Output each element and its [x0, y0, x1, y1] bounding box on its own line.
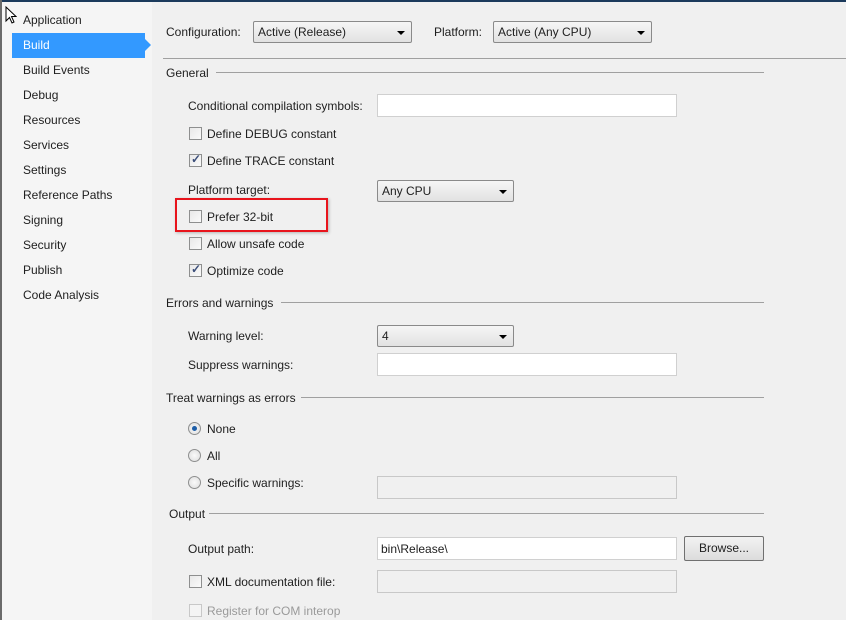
- optimize-label: Optimize code: [207, 264, 284, 278]
- sidebar-item-settings[interactable]: Settings: [12, 158, 145, 183]
- sidebar-item-reference-paths[interactable]: Reference Paths: [12, 183, 145, 208]
- allow-unsafe-label: Allow unsafe code: [207, 237, 305, 251]
- warning-level-dropdown[interactable]: 4: [377, 325, 514, 347]
- all-radio-label: All: [207, 449, 221, 463]
- platform-value: Active (Any CPU): [498, 25, 592, 39]
- mouse-cursor-icon: [5, 6, 17, 24]
- chevron-down-icon: [499, 190, 507, 194]
- specific-warnings-radio[interactable]: [188, 476, 201, 489]
- divider: [209, 513, 764, 514]
- prefer-32bit-label: Prefer 32-bit: [207, 210, 274, 224]
- xml-doc-input: [377, 570, 677, 593]
- sidebar-item-signing[interactable]: Signing: [12, 208, 145, 233]
- sidebar-item-code-analysis[interactable]: Code Analysis: [12, 283, 145, 308]
- sidebar-item-debug[interactable]: Debug: [12, 83, 145, 108]
- cond-symbols-label: Conditional compilation symbols:: [188, 99, 363, 113]
- prefer-32bit-checkbox[interactable]: [189, 210, 202, 223]
- sidebar-item-resources[interactable]: Resources: [12, 108, 145, 133]
- xml-doc-checkbox[interactable]: [189, 575, 202, 588]
- platform-dropdown[interactable]: Active (Any CPU): [493, 21, 652, 43]
- define-trace-checkbox[interactable]: [189, 152, 202, 167]
- window-left-border: [0, 0, 2, 620]
- sidebar-item-build-events[interactable]: Build Events: [12, 58, 145, 83]
- configuration-dropdown[interactable]: Active (Release): [253, 21, 412, 43]
- com-interop-checkbox: [189, 604, 202, 617]
- all-radio[interactable]: [188, 449, 201, 462]
- define-trace-label: Define TRACE constant: [207, 154, 335, 168]
- divider: [216, 72, 764, 73]
- platform-target-label: Platform target:: [188, 183, 271, 197]
- treat-warnings-section-title: Treat warnings as errors: [166, 391, 296, 405]
- general-section-title: General: [166, 66, 209, 80]
- chevron-down-icon: [397, 31, 405, 35]
- platform-label: Platform:: [434, 25, 483, 39]
- suppress-warnings-label: Suppress warnings:: [188, 358, 294, 372]
- define-debug-label: Define DEBUG constant: [207, 127, 337, 141]
- suppress-warnings-input[interactable]: [377, 353, 677, 376]
- sidebar-item-application[interactable]: Application: [12, 8, 145, 33]
- sidebar-item-services[interactable]: Services: [12, 133, 145, 158]
- warning-level-value: 4: [382, 329, 389, 343]
- com-interop-label: Register for COM interop: [207, 604, 341, 618]
- chevron-down-icon: [637, 31, 645, 35]
- allow-unsafe-checkbox[interactable]: [189, 237, 202, 250]
- output-path-label: Output path:: [188, 542, 255, 556]
- warning-level-label: Warning level:: [188, 329, 264, 343]
- divider: [301, 397, 764, 398]
- header-separator: [163, 58, 846, 59]
- browse-button[interactable]: Browse...: [684, 536, 764, 561]
- none-radio[interactable]: [188, 422, 201, 435]
- define-debug-checkbox[interactable]: [189, 127, 202, 140]
- specific-warnings-label: Specific warnings:: [207, 476, 304, 490]
- xml-doc-label: XML documentation file:: [207, 575, 336, 589]
- none-radio-label: None: [207, 422, 236, 436]
- sidebar-item-build[interactable]: Build: [12, 33, 151, 58]
- configuration-label: Configuration:: [166, 25, 241, 39]
- platform-target-value: Any CPU: [382, 184, 432, 198]
- platform-target-dropdown[interactable]: Any CPU: [377, 180, 514, 202]
- sidebar-item-publish[interactable]: Publish: [12, 258, 145, 283]
- optimize-checkbox[interactable]: [189, 262, 202, 277]
- configuration-value: Active (Release): [258, 25, 347, 39]
- cond-symbols-input[interactable]: [377, 94, 677, 117]
- output-path-input[interactable]: bin\Release\: [377, 537, 677, 560]
- errors-section-title: Errors and warnings: [166, 296, 274, 310]
- divider: [281, 302, 764, 303]
- output-section-title: Output: [169, 507, 206, 521]
- sidebar-item-security[interactable]: Security: [12, 233, 145, 258]
- specific-warnings-input: [377, 476, 677, 499]
- chevron-down-icon: [499, 335, 507, 339]
